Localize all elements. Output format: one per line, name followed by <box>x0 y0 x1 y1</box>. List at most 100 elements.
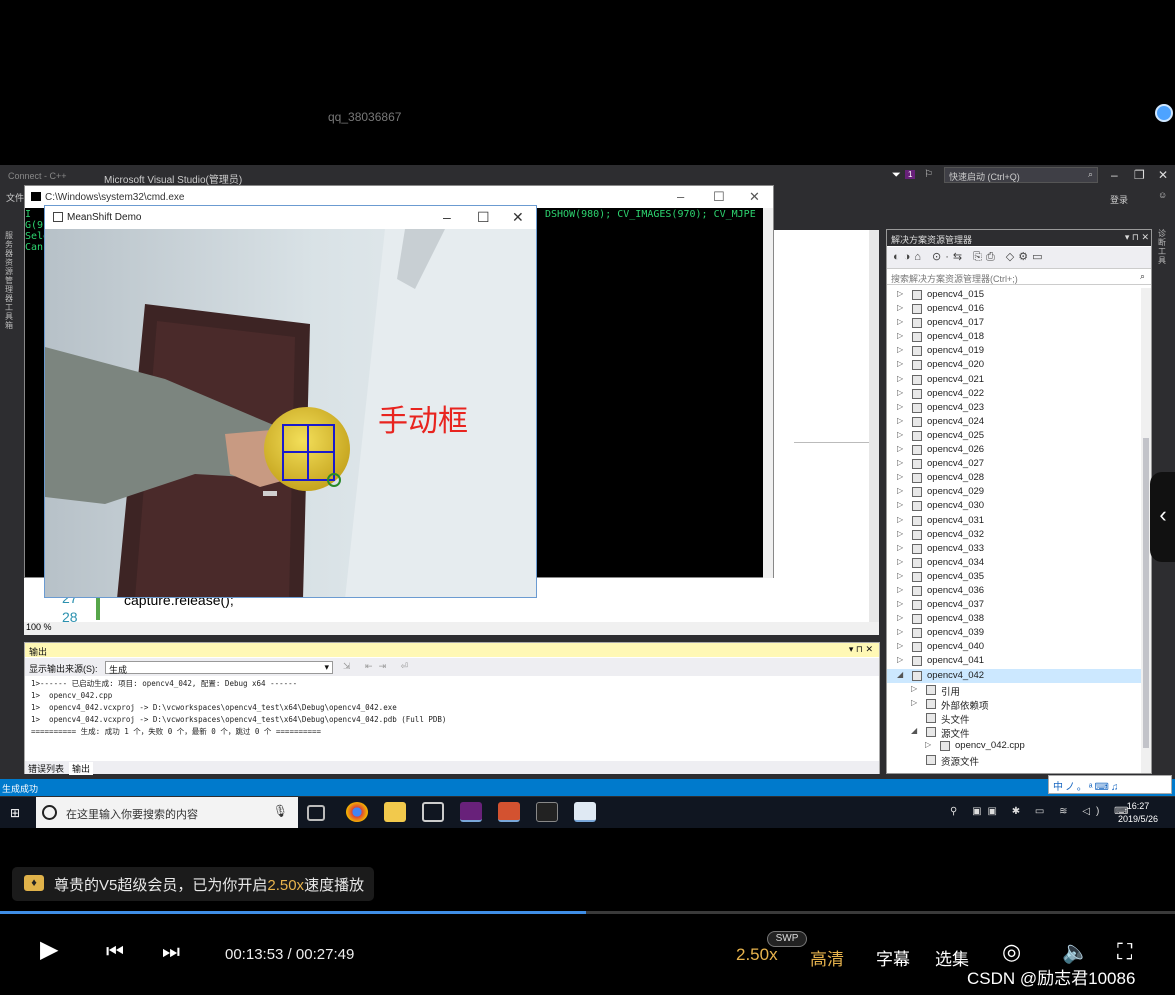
ms-close-button[interactable]: ✕ <box>512 209 524 226</box>
solution-tree-item[interactable]: ▷ opencv4_019 <box>887 344 1141 358</box>
expand-arrow-icon[interactable]: ▷ <box>897 543 903 552</box>
zoom-level[interactable]: 100 % <box>24 622 879 635</box>
meanshift-title-bar[interactable]: MeanShift Demo – ☐ ✕ <box>45 206 536 228</box>
expand-arrow-icon[interactable]: ▷ <box>897 402 903 411</box>
calendar-icon[interactable] <box>422 802 444 822</box>
expand-arrow-icon[interactable]: ▷ <box>897 655 903 664</box>
solution-tree-item[interactable]: ▷ opencv4_026 <box>887 443 1141 457</box>
solution-tree-item[interactable]: ▷ opencv4_022 <box>887 387 1141 401</box>
windows-start-icon[interactable]: ⊞ <box>10 806 20 820</box>
expand-arrow-icon[interactable]: ▷ <box>897 486 903 495</box>
subtitle-button[interactable]: 字幕 <box>876 945 910 970</box>
solution-tree-item[interactable]: ▷ opencv4_025 <box>887 429 1141 443</box>
solution-tree-item[interactable]: ▷ opencv4_029 <box>887 485 1141 499</box>
expand-arrow-icon[interactable]: ▷ <box>897 444 903 453</box>
cmd-maximize-button[interactable]: ☐ <box>713 189 725 205</box>
close-button[interactable]: ✕ <box>1158 168 1168 182</box>
output-source-select[interactable]: 生成 ▾ <box>105 661 333 675</box>
expand-arrow-icon[interactable]: ▷ <box>897 627 903 636</box>
menu-file[interactable]: 文件 <box>6 191 24 204</box>
expanded-arrow-icon[interactable]: ◢ <box>911 726 917 735</box>
solution-tree-item[interactable]: ▷ opencv4_028 <box>887 471 1141 485</box>
output-pane[interactable]: 输出 ▾ ⊓ ✕ 显示输出来源(S): 生成 ▾ ⇲ ⇤⇥ ⏎ 1>------… <box>24 642 880 775</box>
expand-arrow-icon[interactable]: ▷ <box>897 515 903 524</box>
expand-arrow-icon[interactable]: ▷ <box>925 740 931 749</box>
pin-icon[interactable]: ▾ ⊓ ✕ <box>1125 232 1149 243</box>
episodes-button[interactable]: 选集 <box>935 945 969 970</box>
expand-arrow-icon[interactable]: ▷ <box>897 374 903 383</box>
filter-icon[interactable]: ⏷ <box>892 169 901 182</box>
previous-icon[interactable]: ⏮ <box>106 941 124 964</box>
solution-tree-item[interactable]: 资源文件 <box>887 753 1141 768</box>
solution-tree-item[interactable]: ▷ opencv4_018 <box>887 330 1141 344</box>
task-view-icon[interactable] <box>307 805 325 821</box>
taskbar-search-input[interactable]: 在这里输入你要搜索的内容 🎙 <box>36 797 298 828</box>
solution-tree-item[interactable]: ▷ opencv4_020 <box>887 358 1141 372</box>
video-progress-bar[interactable] <box>0 911 1175 914</box>
solution-tree-item[interactable]: ▷ opencv4_015 <box>887 288 1141 302</box>
next-icon[interactable]: ⏭ <box>162 941 180 964</box>
avatar-badge-icon[interactable] <box>1155 104 1173 122</box>
login-link[interactable]: 登录 <box>1110 193 1128 206</box>
solution-explorer[interactable]: 解决方案资源管理器 ▾ ⊓ ✕ ◐◑⌂ ⊙·⇆ ⎘⎙ ◇⚙▭ 搜索解决方案资源管… <box>886 229 1152 774</box>
solution-tree-item[interactable]: ▷ opencv4_039 <box>887 626 1141 640</box>
expand-arrow-icon[interactable]: ▷ <box>897 289 903 298</box>
solution-tree-item[interactable]: ◢ 源文件 <box>887 725 1141 740</box>
solution-tree-item[interactable]: ▷ opencv4_016 <box>887 302 1141 316</box>
solution-toolbar[interactable]: ◐◑⌂ ⊙·⇆ ⎘⎙ ◇⚙▭ <box>887 247 1151 269</box>
expand-arrow-icon[interactable]: ▷ <box>897 345 903 354</box>
solution-tree-item[interactable]: ▷ opencv4_041 <box>887 654 1141 668</box>
cmd-close-button[interactable]: ✕ <box>749 189 760 205</box>
expand-arrow-icon[interactable]: ▷ <box>897 359 903 368</box>
expand-arrow-icon[interactable]: ▷ <box>897 529 903 538</box>
quick-launch-input[interactable]: 快速启动 (Ctrl+Q) ⌕ <box>944 167 1098 183</box>
tab-output[interactable]: 输出 <box>69 762 94 775</box>
cmd-scrollbar[interactable] <box>763 208 773 578</box>
meanshift-window[interactable]: MeanShift Demo – ☐ ✕ 手动框 <box>44 205 537 598</box>
solution-tree-item[interactable]: ▷ 引用 <box>887 683 1141 698</box>
solution-search-input[interactable]: 搜索解决方案资源管理器(Ctrl+;) ⌕ <box>887 270 1151 285</box>
taskbar-clock[interactable]: 16:27 2019/5/26 <box>1118 800 1158 826</box>
solution-tree-item[interactable]: ▷ opencv4_017 <box>887 316 1141 330</box>
solution-tree-item[interactable]: ◢ opencv4_042 <box>887 668 1141 683</box>
fullscreen-icon[interactable]: ⛶ <box>1117 939 1132 965</box>
scroll-thumb[interactable] <box>1143 438 1149 748</box>
solution-tree-item[interactable]: ▷ opencv4_027 <box>887 457 1141 471</box>
left-tool-strip[interactable]: 服务器资源管理器 工具箱 <box>0 225 22 785</box>
expand-arrow-icon[interactable]: ▷ <box>911 684 917 693</box>
expand-arrow-icon[interactable]: ▷ <box>897 388 903 397</box>
chrome-icon[interactable] <box>346 802 368 822</box>
notification-count[interactable]: 1 <box>905 170 916 179</box>
solution-tree-item[interactable]: ▷ opencv4_030 <box>887 499 1141 513</box>
microphone-icon[interactable]: 🎙 <box>273 804 288 818</box>
expand-arrow-icon[interactable]: ▷ <box>897 317 903 326</box>
expand-arrow-icon[interactable]: ▷ <box>897 458 903 467</box>
restore-button[interactable]: ❐ <box>1134 168 1145 182</box>
expand-arrow-icon[interactable]: ▷ <box>897 613 903 622</box>
expand-arrow-icon[interactable]: ▷ <box>897 416 903 425</box>
expand-arrow-icon[interactable]: ▷ <box>897 599 903 608</box>
solution-tree-item[interactable]: ▷ opencv4_024 <box>887 415 1141 429</box>
solution-tree-item[interactable]: 头文件 <box>887 711 1141 726</box>
expand-arrow-icon[interactable]: ▷ <box>897 571 903 580</box>
visual-studio-icon[interactable] <box>460 802 482 822</box>
meanshift-taskbar-icon[interactable] <box>574 802 596 822</box>
solution-tree-item[interactable]: ▷ opencv4_036 <box>887 584 1141 598</box>
pin-icon[interactable]: ▾ ⊓ ✕ <box>849 644 873 655</box>
ime-toolbar[interactable]: 中ノ。ᵃ⌨♫ <box>1048 775 1172 794</box>
tab-error-list[interactable]: 错误列表 <box>25 762 67 775</box>
file-explorer-icon[interactable] <box>384 802 406 822</box>
solution-tree-item[interactable]: ▷ opencv4_038 <box>887 612 1141 626</box>
expanded-arrow-icon[interactable]: ◢ <box>897 670 903 679</box>
solution-tree-item[interactable]: ▷ opencv4_031 <box>887 514 1141 528</box>
expand-arrow-icon[interactable]: ▷ <box>897 303 903 312</box>
speed-button[interactable]: 2.50x <box>736 945 778 965</box>
solution-tree-item[interactable]: ▷ opencv_042.cpp <box>887 739 1141 753</box>
ms-maximize-button[interactable]: ☐ <box>477 209 490 226</box>
cmd-minimize-button[interactable]: – <box>677 189 684 204</box>
expand-arrow-icon[interactable]: ▷ <box>897 585 903 594</box>
side-panel-toggle[interactable]: ‹ <box>1150 472 1175 562</box>
feedback-icon[interactable]: ⚐ <box>924 169 933 180</box>
account-icon[interactable]: ☺ <box>1158 190 1167 200</box>
powerpoint-icon[interactable] <box>498 802 520 822</box>
